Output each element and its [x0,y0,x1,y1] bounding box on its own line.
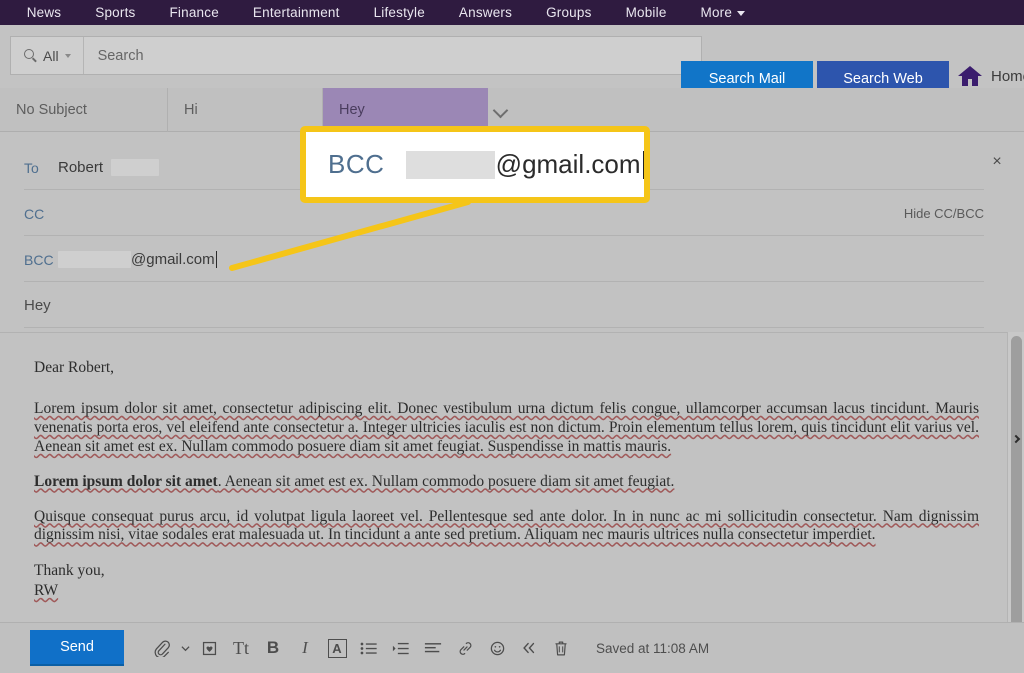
italic-icon[interactable]: I [290,633,320,663]
bcc-label: BCC [24,251,54,268]
body-paragraph-2-bold: Lorem ipsum dolor sit amet [34,472,218,490]
trash-icon[interactable] [546,633,576,663]
body-paragraph-3: Quisque consequat purus arcu, id volutpa… [34,507,979,544]
bulleted-list-icon[interactable] [354,633,384,663]
cc-label: CC [24,205,45,222]
body-paragraph-2: Lorem ipsum dolor sit amet. Aenean sit a… [34,473,979,492]
to-value: Robert [58,159,160,176]
signoff-line-2: RW [34,582,59,600]
top-navigation-bar: r News Sports Finance Entertainment Life… [0,0,1024,25]
chevron-down-icon [64,53,71,58]
nav-entertainment[interactable]: Entertainment [253,5,340,20]
home-label: Home [991,67,1024,85]
callout-redacted-address [406,150,495,179]
indent-list-icon[interactable] [386,633,416,663]
callout-domain: @gmail.com [495,149,641,179]
search-input[interactable] [83,37,701,74]
field-bcc[interactable]: BCC @gmail.com [24,238,984,282]
search-scope-label: All [43,47,59,64]
send-button[interactable]: Send [30,630,124,666]
nav-news[interactable]: News [27,5,62,20]
align-icon[interactable] [418,633,448,663]
text-caret [215,251,217,268]
emoji-icon[interactable] [482,633,512,663]
yahoo-mail-compose-screen: r News Sports Finance Entertainment Life… [0,0,1024,673]
text-color-icon[interactable]: A [322,633,352,663]
chevron-down-icon[interactable] [178,633,192,663]
collapse-icon[interactable] [514,633,544,663]
bold-icon[interactable]: B [258,633,288,663]
saved-status-label: Saved at 11:08 AM [596,640,710,656]
body-signoff: Thank you, RW [34,561,979,601]
home-icon [958,66,982,86]
body-paragraph-1: Lorem ipsum dolor sit amet, consectetur … [34,399,979,455]
compose-tab-hi[interactable]: Hi [168,88,323,132]
compose-tab-no-subject[interactable]: No Subject [0,88,168,132]
home-link[interactable]: Home [957,65,1024,87]
formatting-icon-group: Tt B I A [146,633,578,663]
to-recipient-name: Robert [58,159,104,176]
nav-more[interactable]: More [701,5,746,20]
nav-groups[interactable]: Groups [546,5,591,20]
compose-toolbar: Send Tt B I A Saved at 11:08 AM [0,622,1024,673]
chevron-down-icon [737,10,746,16]
bcc-zoom-callout: BCC @gmail.com [300,126,650,203]
body-paragraph-2-rest: . Aenean sit amet est ex. Nullam commodo… [217,472,675,490]
bcc-domain: @gmail.com [131,251,215,268]
subject-value: Hey [24,297,51,314]
redacted-to-address [111,159,160,176]
callout-bcc-label: BCC [328,149,385,179]
font-size-icon[interactable]: Tt [226,633,256,663]
signoff-line-1: Thank you, [34,562,105,580]
nav-sports[interactable]: Sports [95,5,135,20]
nav-answers[interactable]: Answers [459,5,512,20]
nav-finance[interactable]: Finance [169,5,218,20]
image-icon[interactable] [194,633,224,663]
search-icon [24,49,37,62]
search-box: All [10,36,702,75]
nav-lifestyle[interactable]: Lifestyle [374,5,425,20]
attachment-icon[interactable] [146,633,176,663]
link-icon[interactable] [450,633,480,663]
search-scope-selector[interactable]: All [11,37,84,74]
compose-tab-chevron-down-icon[interactable] [492,101,510,119]
compose-window: × To Robert CC Hide CC/BCC BCC @gmail.co… [0,132,1024,673]
message-body-text[interactable]: Dear Robert, Lorem ipsum dolor sit amet,… [34,359,979,601]
close-icon[interactable]: × [988,153,1006,171]
bcc-value: @gmail.com [58,251,217,268]
hide-cc-bcc-button[interactable]: Hide CC/BCC [904,206,984,221]
body-salutation: Dear Robert, [34,359,115,376]
nav-mobile[interactable]: Mobile [626,5,667,20]
field-subject[interactable]: Hey [24,284,984,328]
search-bar-row: All Search Mail Search Web Home [0,25,1024,98]
redacted-bcc-address [58,251,131,268]
callout-text-caret [642,150,644,179]
to-label: To [24,159,39,176]
nav-more-label: More [700,5,733,20]
